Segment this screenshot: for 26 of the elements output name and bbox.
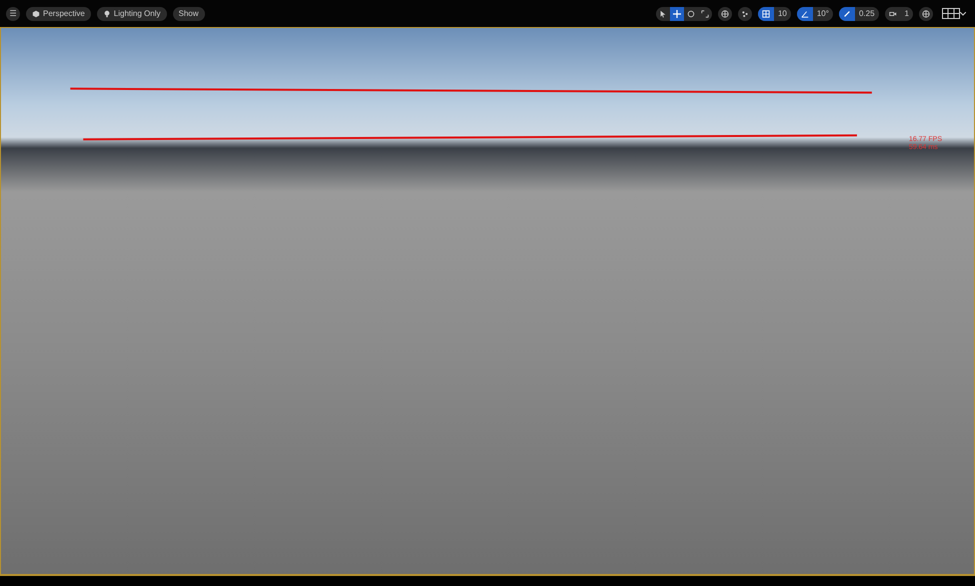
transform-tool-button[interactable] [670, 6, 684, 20]
scale-icon [700, 10, 709, 18]
view-mode-button[interactable]: Lighting Only [96, 6, 166, 20]
menu-button[interactable]: ☰ [6, 6, 20, 20]
resize-icon [842, 10, 851, 18]
bulb-icon [102, 10, 111, 18]
surface-snap-button[interactable] [738, 6, 752, 20]
snap-button[interactable]: 10 [758, 6, 791, 20]
angle-icon [800, 10, 809, 18]
move-icon [672, 10, 681, 18]
dots-icon [740, 10, 749, 18]
rotate-icon [686, 10, 695, 18]
snap-button[interactable]: 10° [796, 6, 833, 20]
globe-icon [720, 10, 729, 18]
cursor-icon [658, 10, 667, 18]
video-camera-icon [888, 10, 897, 18]
layout-button[interactable] [919, 6, 933, 20]
layout-grid-icon [942, 8, 960, 19]
view-mode-button[interactable]: Show [172, 6, 205, 20]
globe-button[interactable] [718, 6, 732, 20]
viewport-layout-button[interactable] [939, 6, 969, 20]
cube-icon [32, 10, 40, 18]
snap-button[interactable]: 0.25 [838, 6, 879, 20]
snap-button[interactable]: 1 [884, 6, 913, 20]
caret-icon [960, 12, 966, 16]
view-mode-button[interactable]: Perspective [26, 6, 91, 20]
